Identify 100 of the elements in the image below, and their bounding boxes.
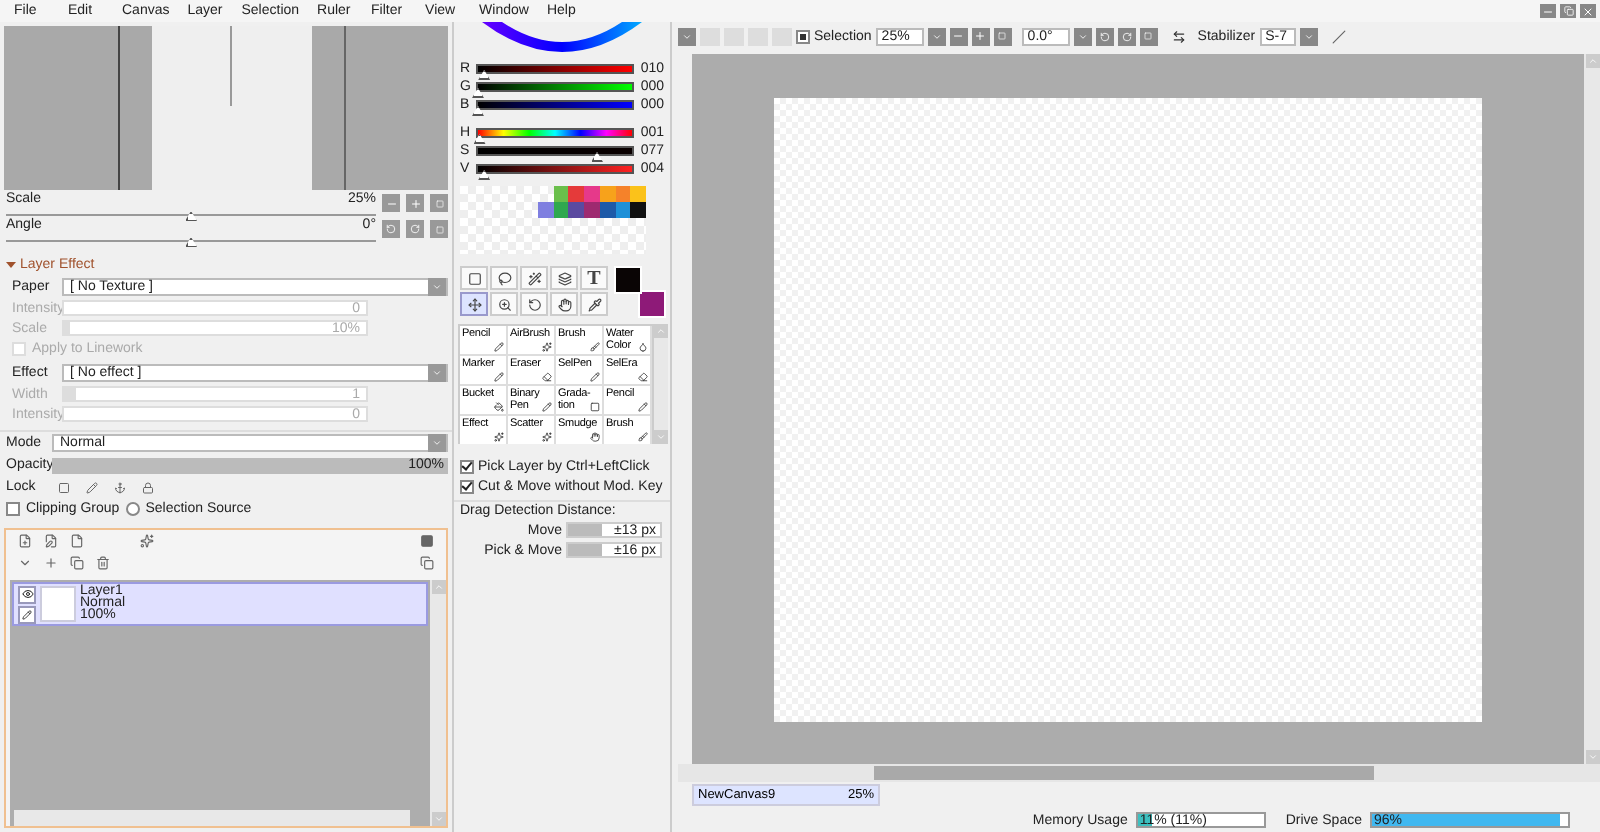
reset-button[interactable] [993, 27, 1012, 45]
new-layer-icon[interactable] [14, 531, 36, 551]
color-swatch[interactable] [568, 202, 584, 218]
rotate-right-icon [410, 224, 420, 234]
rotate-icon[interactable] [520, 292, 548, 316]
color-swatch[interactable] [584, 186, 600, 202]
sparkle-icon [494, 432, 504, 442]
lasso-icon[interactable] [490, 266, 518, 290]
secondary-color[interactable] [638, 290, 666, 318]
color-swatch[interactable] [537, 202, 553, 218]
radio-button[interactable] [125, 502, 140, 516]
pencil-icon [638, 402, 648, 412]
color-swatch[interactable] [568, 186, 584, 202]
rotate-left-icon [1099, 31, 1110, 41]
caret-icon [1077, 31, 1088, 41]
menu-button[interactable] [678, 27, 696, 45]
plus-icon [974, 30, 987, 42]
caret-icon [682, 31, 692, 41]
eraser-icon [542, 372, 552, 382]
plus-icon [409, 197, 421, 209]
zoom-in-button[interactable] [406, 194, 424, 212]
pencil-toggle[interactable] [18, 605, 36, 623]
rotate-right-button[interactable] [406, 220, 424, 238]
slider-thumb[interactable] [472, 88, 484, 98]
bucket-icon [494, 402, 504, 412]
dropdown-button[interactable] [428, 363, 446, 381]
zoom-in-button[interactable] [971, 27, 990, 45]
slider-thumb[interactable] [478, 70, 491, 80]
dropdown-button[interactable] [1073, 27, 1092, 45]
caret-icon [1303, 31, 1314, 41]
wand-icon[interactable] [520, 266, 548, 290]
checkbox[interactable] [460, 479, 474, 493]
color-slider[interactable] [476, 64, 635, 74]
text-tool[interactable]: T [580, 266, 608, 290]
slider-thumb[interactable] [473, 134, 486, 144]
color-slider[interactable] [476, 146, 635, 156]
zoom-icon[interactable] [490, 292, 518, 316]
slider-thumb[interactable] [478, 170, 491, 180]
restore-button[interactable] [1560, 4, 1576, 18]
color-slider[interactable] [476, 128, 635, 138]
sparkle-icon [542, 342, 552, 352]
checkbox[interactable] [460, 459, 474, 473]
layers-icon[interactable] [550, 266, 578, 290]
caret-icon [432, 438, 442, 448]
slider-thumb[interactable] [591, 152, 604, 162]
slider-thumb[interactable] [185, 211, 197, 221]
restore-icon [1563, 6, 1573, 16]
sparkle-icon [542, 432, 552, 442]
square-icon [1144, 32, 1153, 40]
checkbox[interactable] [796, 29, 810, 43]
color-swatch[interactable] [630, 202, 646, 218]
select-icon[interactable] [460, 266, 488, 290]
slider-thumb[interactable] [472, 106, 484, 116]
minimize-button[interactable] [1540, 4, 1556, 18]
rotate-left-icon [386, 224, 396, 234]
hand-icon[interactable] [550, 292, 578, 316]
eraser-icon [638, 372, 648, 382]
color-swatch[interactable] [584, 202, 600, 218]
minimize-icon [1542, 5, 1554, 17]
slider-thumb[interactable] [185, 237, 197, 247]
brush-icon [590, 342, 600, 352]
horizontal-scrollbar[interactable] [14, 810, 410, 826]
dropdown-button[interactable] [428, 277, 446, 295]
zoom-out-button[interactable] [949, 27, 968, 45]
color-slider[interactable] [476, 82, 635, 92]
reset-button[interactable] [1139, 27, 1158, 45]
color-swatch[interactable] [553, 186, 569, 202]
minus-icon [952, 30, 965, 42]
checkbox[interactable] [6, 502, 20, 516]
color-slider[interactable] [476, 164, 635, 174]
edit-layer-icon[interactable] [40, 531, 62, 551]
pencil-icon [22, 609, 32, 619]
color-slider[interactable] [476, 100, 635, 110]
lock-paint-icon[interactable] [80, 477, 102, 497]
square-icon [998, 32, 1007, 40]
color-swatch[interactable] [630, 186, 646, 202]
trash-icon[interactable] [92, 553, 114, 573]
close-button[interactable] [1580, 4, 1596, 18]
visibility-toggle[interactable] [18, 585, 36, 603]
primary-color[interactable] [614, 266, 642, 294]
file-icon[interactable] [66, 531, 88, 551]
layer-thumbnail [40, 586, 76, 622]
dropdown-button[interactable] [1299, 27, 1318, 45]
copy-icon[interactable] [416, 553, 438, 573]
sparkle-icon[interactable] [136, 531, 158, 551]
rotate-right-button[interactable] [1117, 27, 1136, 45]
line-icon[interactable] [1327, 26, 1350, 46]
copy-icon[interactable] [66, 553, 88, 573]
square-icon[interactable] [416, 531, 438, 551]
zoom-out-button[interactable] [382, 194, 400, 212]
hand-icon [590, 432, 600, 442]
rotate-left-button[interactable] [1095, 27, 1114, 45]
eyedropper-icon[interactable] [580, 292, 608, 316]
add-icon[interactable] [40, 553, 62, 573]
pencil-icon [590, 372, 600, 382]
horizontal-scrollbar[interactable] [678, 764, 1600, 782]
pencil-icon [542, 402, 552, 412]
rotate-left-button[interactable] [382, 220, 400, 238]
dropdown-button[interactable] [927, 27, 946, 45]
move-icon[interactable] [460, 292, 488, 316]
